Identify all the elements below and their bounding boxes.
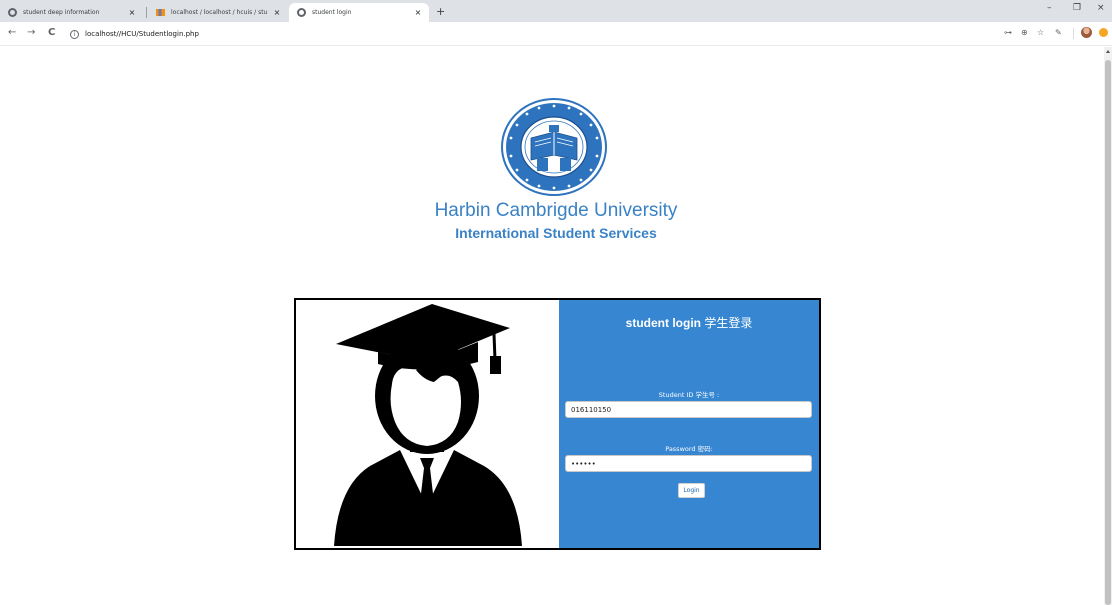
tab-label: localhost / localhost / hcuis / stu [171,9,268,16]
login-panel: student login 学生登录 Student ID 学生号 : Pass… [559,300,819,548]
tab-label: student deep information [23,9,100,16]
login-card: student login 学生登录 Student ID 学生号 : Pass… [294,298,821,550]
tab-strip: student deep information × localhost / l… [0,0,1112,22]
password-label: Password 密码: [665,445,713,453]
profile-avatar[interactable] [1081,27,1092,38]
minimize-button[interactable]: – [1047,3,1052,13]
login-button[interactable]: Login [678,483,705,498]
tab-student-deep-information[interactable]: student deep information × [0,3,143,22]
login-title-en: student login [625,316,701,330]
university-seal-logo [501,98,607,196]
tab-student-login[interactable]: student login × [289,3,429,22]
close-icon[interactable]: × [127,8,137,17]
password-input[interactable] [565,455,812,472]
forward-button[interactable]: → [27,27,35,38]
restore-button[interactable]: ❐ [1073,3,1081,13]
phpmyadmin-icon [156,9,165,16]
services-subtitle: International Student Services [455,225,657,241]
new-tab-button[interactable]: + [436,5,445,18]
close-icon[interactable]: × [272,8,282,17]
url-text: localhost//HCU/Studentlogin.php [85,30,199,38]
globe-icon [297,8,306,17]
close-icon[interactable]: × [413,8,423,17]
browser-toolbar: ← → C i localhost//HCU/Studentlogin.php … [0,22,1112,46]
graduate-illustration [296,300,558,548]
page-scrollbar[interactable] [1104,47,1112,605]
scrollbar-thumb[interactable] [1105,60,1111,605]
zoom-icon[interactable]: ⊕ [1021,28,1028,37]
graduate-icon [334,304,522,546]
address-bar[interactable]: i localhost//HCU/Studentlogin.php [70,25,990,43]
browser-window: student deep information × localhost / l… [0,0,1112,605]
close-window-button[interactable]: × [1097,3,1105,13]
bookmark-star-icon[interactable]: ☆ [1037,28,1044,37]
university-name: Harbin Cambrigde University [434,200,678,221]
tab-label: student login [312,9,352,16]
login-title: student login 学生登录 [559,314,819,331]
back-button[interactable]: ← [8,27,16,38]
extension-badge-icon[interactable] [1099,28,1108,37]
site-info-icon[interactable]: i [70,29,79,39]
reload-button[interactable]: C [48,27,55,38]
student-id-label: Student ID 学生号 : [658,391,720,399]
login-title-cn: 学生登录 [704,316,753,330]
pen-extension-icon[interactable]: ✎ [1055,28,1062,37]
key-icon[interactable]: ⊶ [1004,28,1012,37]
student-id-input[interactable] [565,401,812,418]
scroll-up-arrow-icon[interactable] [1106,50,1110,53]
tab-phpmyadmin[interactable]: localhost / localhost / hcuis / stu × [148,3,288,22]
globe-icon [8,8,17,17]
tab-separator [146,7,147,18]
toolbar-divider [1073,28,1074,39]
